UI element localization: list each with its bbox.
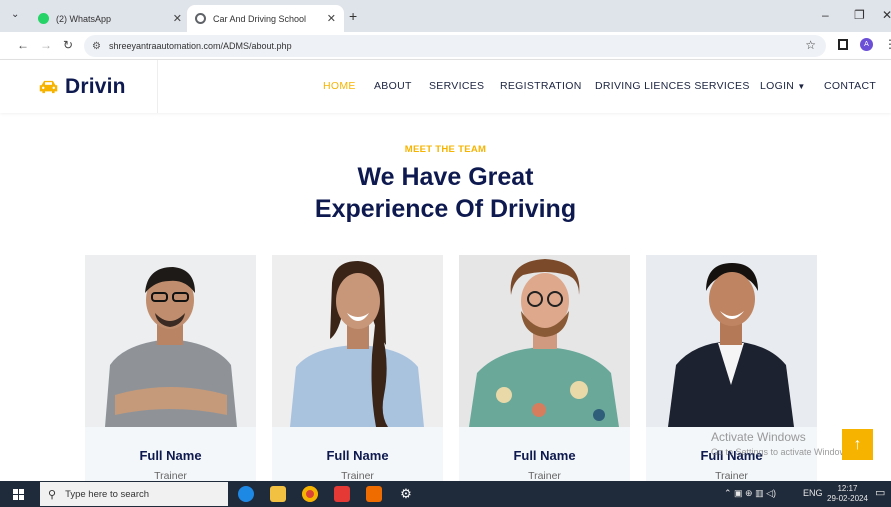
nav-registration[interactable]: REGISTRATION: [500, 80, 582, 92]
bookmark-star-icon[interactable]: ☆: [805, 38, 816, 52]
tab-whatsapp[interactable]: (2) WhatsApp ✕: [30, 5, 190, 32]
trainer-photo: [459, 255, 630, 427]
activate-subtitle: Go to Settings to activate Windows.: [711, 447, 854, 457]
member-role: Trainer: [715, 470, 748, 481]
brand-name: Drivin: [65, 74, 126, 98]
clock-date: 29-02-2024: [827, 494, 868, 503]
address-bar: ← → ↻ ⚙ shreeyantraautomation.com/ADMS/a…: [0, 32, 891, 60]
member-role: Trainer: [154, 470, 187, 481]
member-role: Trainer: [341, 470, 374, 481]
url-text: shreeyantraautomation.com/ADMS/about.php: [108, 41, 292, 51]
car-icon: [39, 80, 58, 93]
member-name: Full Name: [326, 448, 389, 463]
member-role: Trainer: [528, 470, 561, 481]
trainer-photo: [646, 255, 817, 427]
trainer-photo: [272, 255, 443, 427]
member-name: Full Name: [513, 448, 576, 463]
youtube-icon[interactable]: [334, 486, 350, 502]
trainer-photo: [85, 255, 256, 427]
file-explorer-icon[interactable]: [270, 486, 286, 502]
section-kicker: MEET THE TEAM: [404, 144, 487, 155]
tab-title: (2) WhatsApp: [56, 13, 112, 24]
site-header: Drivin HOME ABOUT SERVICES REGISTRATION …: [0, 60, 891, 113]
taskbar-search-input[interactable]: ⚲ Type here to search: [40, 482, 228, 506]
globe-icon: [195, 13, 206, 24]
clock-time: 12:17: [837, 484, 858, 493]
team-card[interactable]: Full Name Trainer: [272, 255, 443, 481]
settings-gear-icon[interactable]: ⚙: [398, 486, 414, 502]
forward-icon[interactable]: →: [40, 38, 52, 52]
nav-about[interactable]: ABOUT: [374, 80, 412, 92]
side-panel-icon[interactable]: [838, 39, 848, 50]
notifications-icon[interactable]: ▭: [875, 486, 885, 499]
whatsapp-icon: [38, 13, 49, 24]
edge-icon[interactable]: [238, 486, 254, 502]
activate-title: Activate Windows: [711, 430, 806, 444]
chrome-icon[interactable]: [302, 486, 318, 502]
windows-taskbar: ⚲ Type here to search ⚙ ⌃ ▣ ⊕ ▥ ◁) ENG 1…: [0, 481, 891, 507]
screen: ⌄ (2) WhatsApp ✕ Car And Driving School …: [0, 0, 891, 507]
tab-car-driving-school[interactable]: Car And Driving School ✕: [187, 5, 344, 32]
taskbar-clock[interactable]: 12:17 29-02-2024: [827, 484, 868, 504]
close-icon[interactable]: ✕: [173, 12, 182, 25]
team-card[interactable]: Full Name Trainer: [85, 255, 256, 481]
restore-icon[interactable]: ❐: [854, 8, 865, 22]
back-icon[interactable]: ←: [17, 38, 29, 52]
site-info-icon[interactable]: ⚙: [92, 41, 101, 52]
minimize-icon[interactable]: –: [822, 8, 829, 22]
arrow-up-icon: ↑: [853, 436, 862, 453]
close-icon[interactable]: ✕: [327, 12, 336, 25]
back-to-top-button[interactable]: ↑: [842, 429, 873, 460]
chevron-down-icon: ▼: [797, 82, 806, 91]
url-input[interactable]: ⚙ shreeyantraautomation.com/ADMS/about.p…: [84, 35, 826, 57]
search-icon: ⚲: [48, 488, 57, 501]
search-placeholder: Type here to search: [65, 488, 150, 500]
windows-start-icon[interactable]: [13, 489, 24, 500]
reload-icon[interactable]: ↻: [63, 38, 73, 52]
nav-login[interactable]: LOGIN ▼: [760, 80, 806, 92]
tray-icons[interactable]: ⌃ ▣ ⊕ ▥ ◁): [724, 488, 776, 499]
nav-services[interactable]: SERVICES: [429, 80, 484, 92]
activate-windows-watermark: Activate Windows Go to Settings to activ…: [711, 430, 853, 457]
browser-menu-icon[interactable]: ⋮: [884, 37, 891, 51]
window-close-icon[interactable]: ✕: [882, 8, 891, 22]
tab-search-chevron-icon[interactable]: ⌄: [11, 9, 19, 20]
nav-contact[interactable]: CONTACT: [824, 80, 876, 92]
language-indicator[interactable]: ENG: [803, 488, 823, 498]
tab-title: Car And Driving School: [213, 13, 307, 24]
nav-home[interactable]: HOME: [323, 80, 356, 92]
office-icon[interactable]: [366, 486, 382, 502]
section-heading-line2: Experience Of Driving: [314, 195, 577, 223]
section-heading-line1: We Have Great: [357, 163, 534, 191]
nav-login-label: LOGIN: [760, 80, 795, 92]
profile-avatar[interactable]: A: [860, 38, 873, 51]
team-card[interactable]: Full Name Trainer: [459, 255, 630, 481]
nav-driving-licence-services[interactable]: DRIVING LIENCES SERVICES: [595, 80, 750, 92]
brand-logo[interactable]: Drivin: [0, 60, 158, 113]
new-tab-icon[interactable]: +: [349, 8, 357, 24]
browser-tab-bar: ⌄ (2) WhatsApp ✕ Car And Driving School …: [0, 0, 891, 32]
member-name: Full Name: [139, 448, 202, 463]
